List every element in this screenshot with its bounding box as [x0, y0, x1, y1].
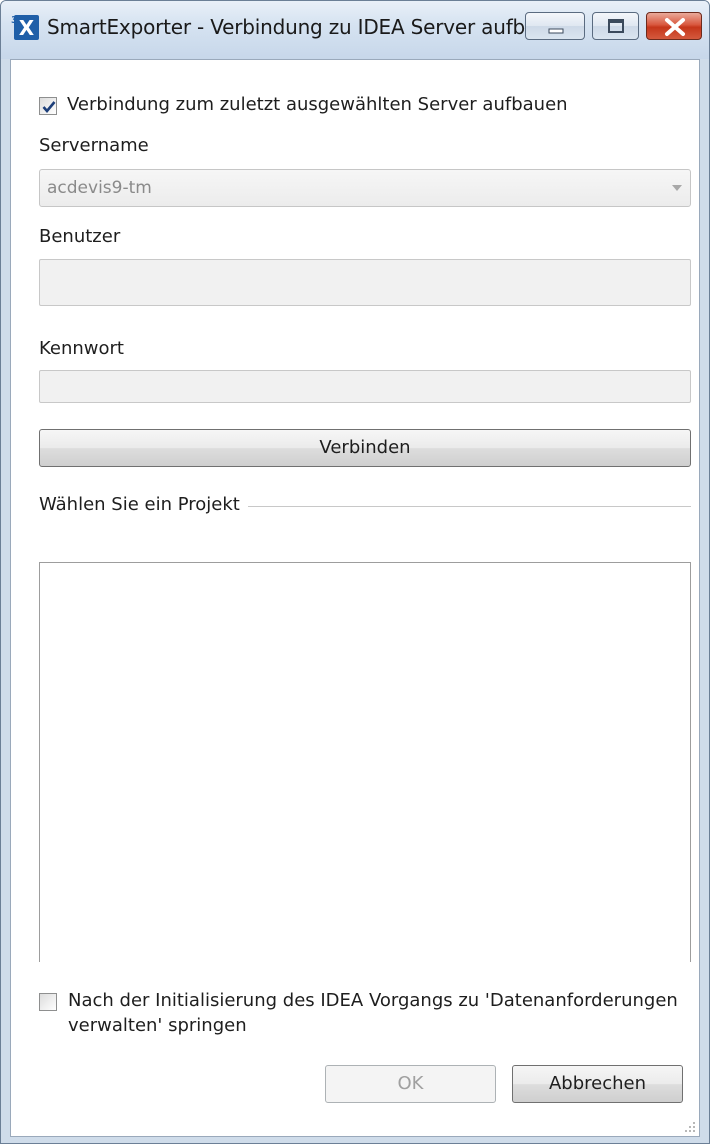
cancel-button[interactable]: Abbrechen — [512, 1065, 683, 1103]
minimize-icon — [548, 28, 564, 34]
app-icon: X 3 — [11, 12, 39, 40]
resize-grip-icon[interactable] — [683, 1120, 697, 1134]
svg-text:3: 3 — [11, 15, 18, 26]
reconnect-checkbox[interactable] — [39, 97, 57, 115]
navigate-checkbox[interactable] — [39, 993, 57, 1011]
benutzer-input[interactable] — [39, 259, 691, 306]
benutzer-label: Benutzer — [39, 226, 121, 247]
project-list[interactable] — [39, 562, 691, 962]
close-button[interactable] — [646, 12, 702, 40]
servername-value: acdevis9-tm — [47, 178, 152, 198]
checkmark-icon — [42, 101, 56, 114]
reconnect-checkbox-label[interactable]: Verbindung zum zuletzt ausgewählten Serv… — [67, 94, 568, 115]
kennwort-label: Kennwort — [39, 338, 124, 359]
connect-button[interactable]: Verbinden — [39, 429, 691, 467]
servername-label: Servername — [39, 135, 149, 156]
restore-icon — [608, 19, 624, 33]
dialog-content: Verbindung zum zuletzt ausgewählten Serv… — [10, 59, 700, 1137]
svg-text:X: X — [19, 16, 35, 40]
navigate-checkbox-label[interactable]: Nach der Initialisierung des IDEA Vorgan… — [68, 988, 693, 1038]
project-group-label: Wählen Sie ein Projekt — [39, 494, 240, 515]
kennwort-input[interactable] — [39, 370, 691, 403]
minimize-button[interactable] — [525, 12, 585, 40]
chevron-down-icon — [672, 185, 682, 191]
title-bar[interactable]: X 3 SmartExporter - Verbindung zu IDEA S… — [1, 1, 709, 59]
maximize-button[interactable] — [592, 12, 639, 40]
servername-dropdown[interactable]: acdevis9-tm — [39, 169, 691, 207]
ok-button[interactable]: OK — [325, 1065, 496, 1103]
dialog-window: X 3 SmartExporter - Verbindung zu IDEA S… — [0, 0, 710, 1144]
group-divider — [248, 506, 691, 507]
close-icon — [665, 18, 685, 36]
window-title: SmartExporter - Verbindung zu IDEA Serve… — [47, 15, 575, 39]
